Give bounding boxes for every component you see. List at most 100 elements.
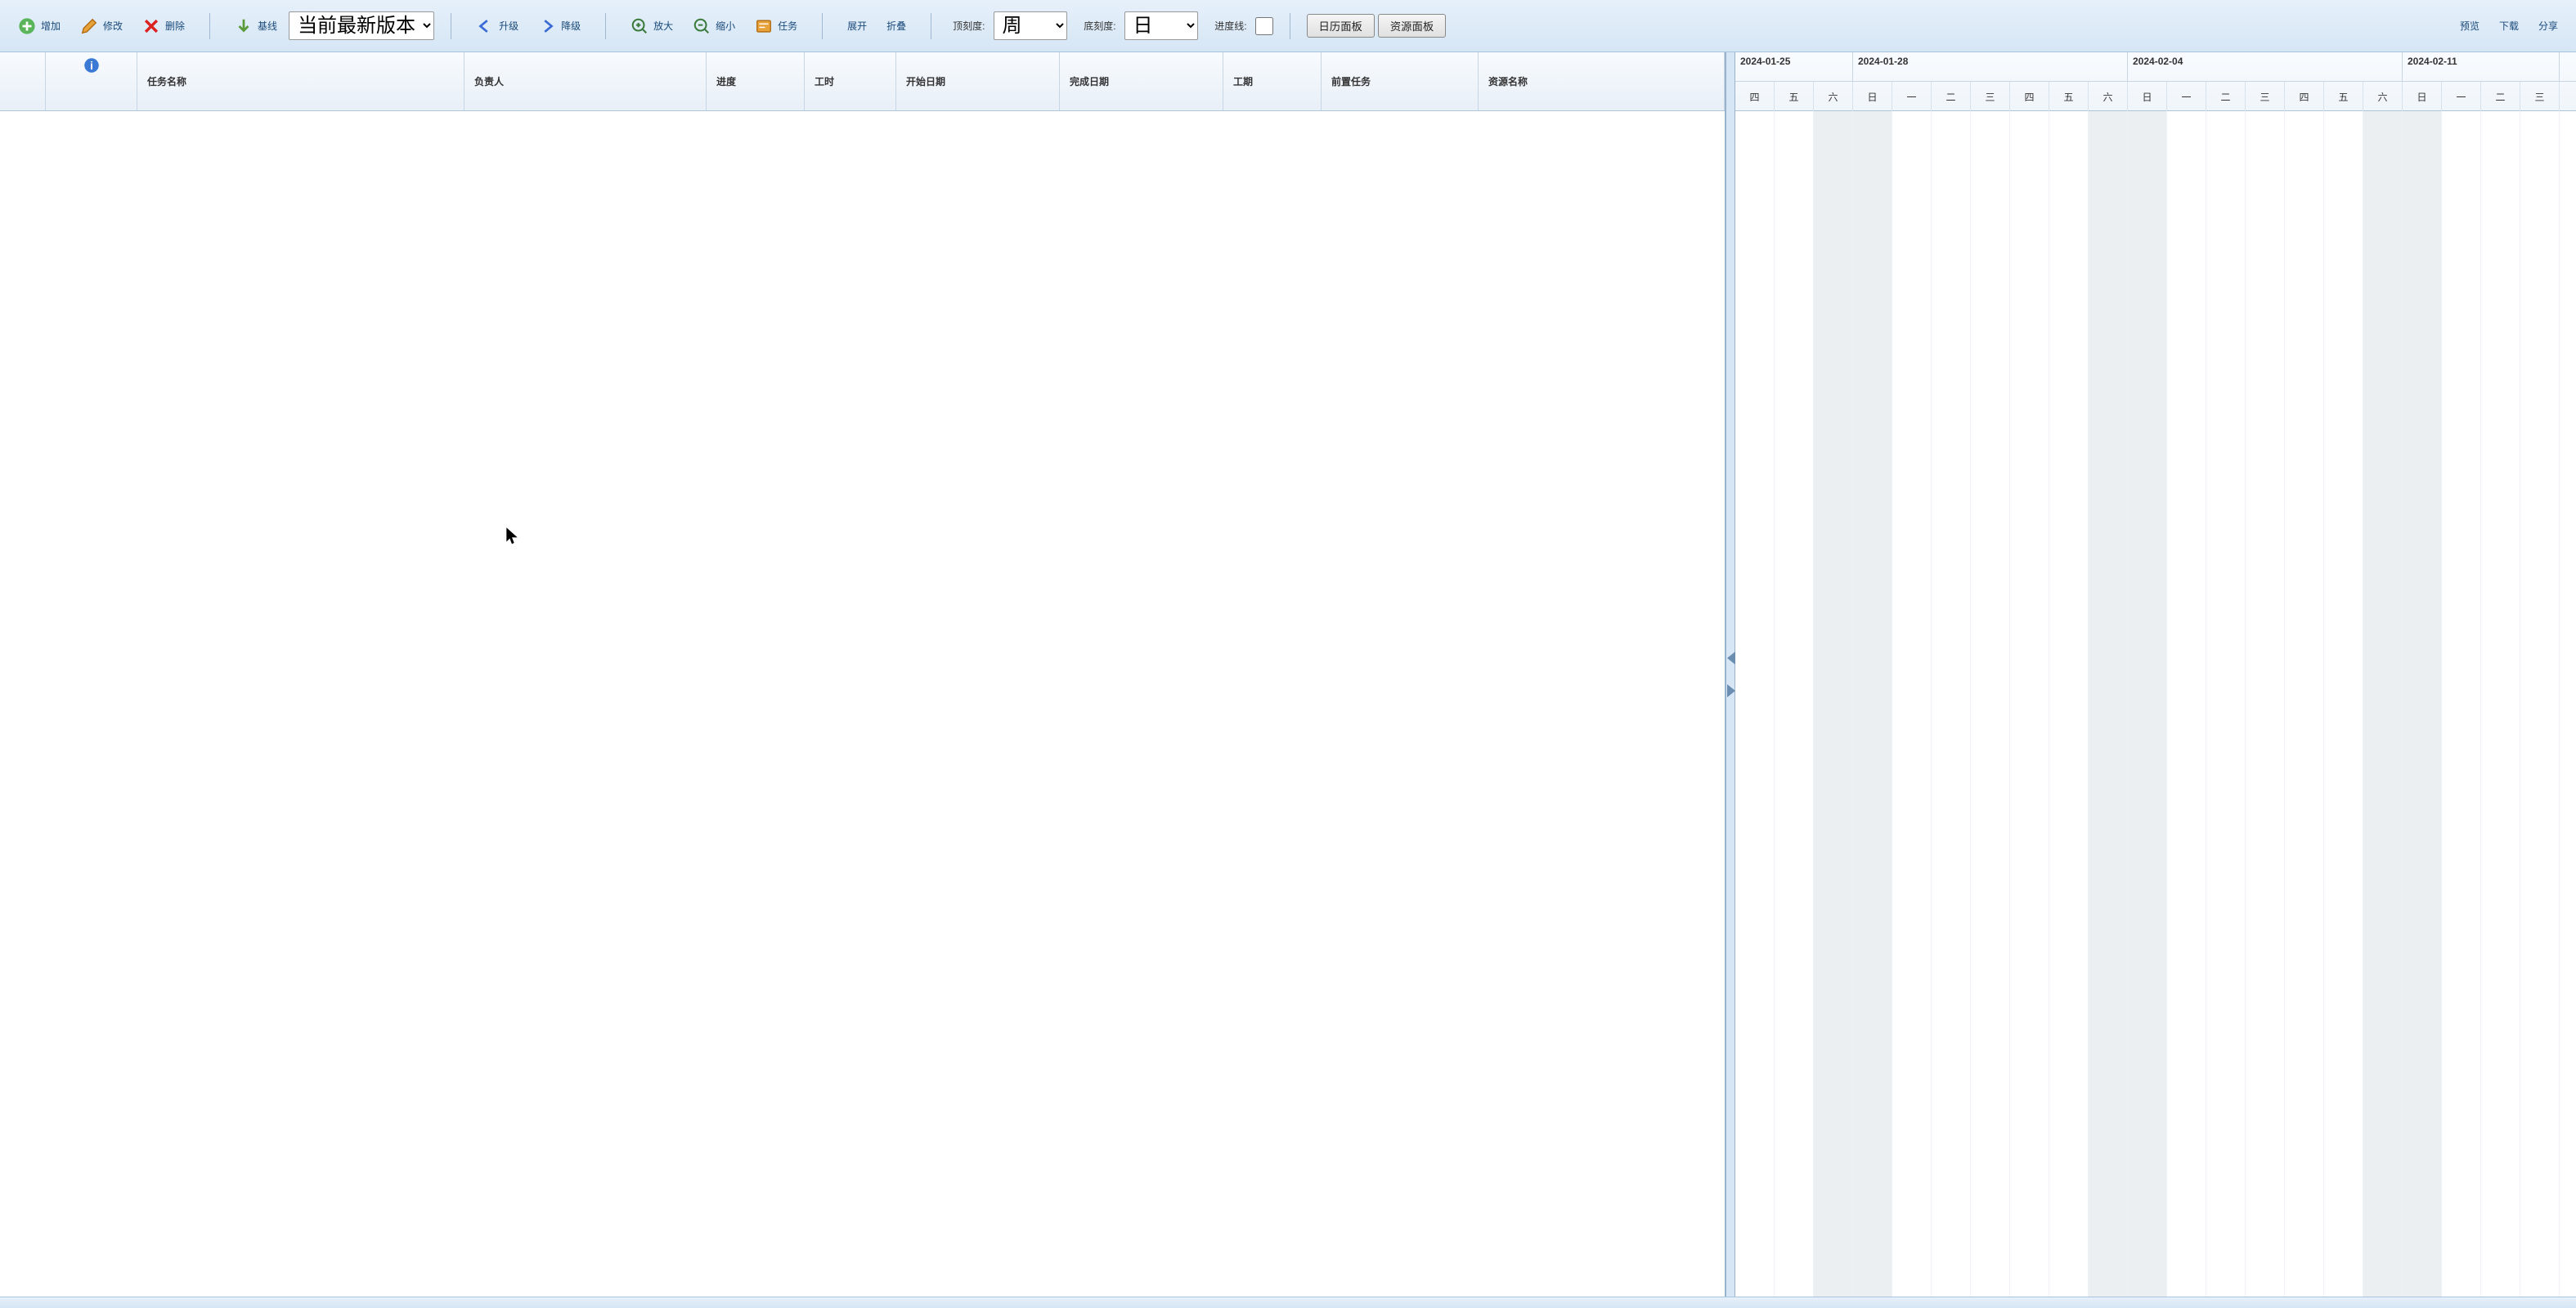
- zoom-out-button[interactable]: 缩小: [684, 14, 743, 38]
- timeline-day-column: [1775, 111, 1814, 1297]
- timeline-day-label: 四: [2010, 82, 2049, 111]
- upgrade-label: 升级: [499, 19, 518, 33]
- task-icon: [755, 17, 773, 35]
- delete-icon: [142, 17, 160, 35]
- timeline-day-column: [1892, 111, 1932, 1297]
- info-icon: i: [83, 57, 100, 74]
- resource-panel-button[interactable]: 资源面板: [1378, 14, 1446, 38]
- upgrade-button[interactable]: 升级: [468, 14, 527, 38]
- timeline-day-label: 五: [1775, 82, 1814, 111]
- top-scale-select[interactable]: 周: [994, 11, 1067, 40]
- timeline-day-label: 二: [2206, 82, 2246, 111]
- main-toolbar: 增加 修改 删除 基线 当前最新版本: [0, 0, 2576, 52]
- gantt-timeline-pane: 2024-01-252024-01-282024-02-042024-02-11…: [1735, 52, 2576, 1297]
- task-button[interactable]: 任务: [747, 14, 806, 38]
- timeline-day-column: [1971, 111, 2010, 1297]
- task-label: 任务: [778, 19, 797, 33]
- delete-label: 删除: [165, 19, 185, 33]
- downgrade-label: 降级: [561, 19, 581, 33]
- grid-header: i 任务名称 负责人 进度 工时 开始日期 完成日期 工期 前置任务 资源名称: [0, 52, 1725, 111]
- timeline-day-label: 六: [2089, 82, 2128, 111]
- timeline-day-column: [2285, 111, 2324, 1297]
- preview-label: 预览: [2460, 19, 2480, 33]
- grid-header-duration[interactable]: 工期: [1223, 52, 1322, 110]
- grid-header-hours[interactable]: 工时: [805, 52, 896, 110]
- add-icon: [18, 17, 36, 35]
- timeline-week-label: 2024-01-28: [1853, 52, 2128, 81]
- timeline-day-column: [2128, 111, 2167, 1297]
- task-grid-pane: i 任务名称 负责人 进度 工时 开始日期 完成日期 工期 前置任务 资源名称: [0, 52, 1726, 1297]
- timeline-day-column: [1814, 111, 1853, 1297]
- baseline-button[interactable]: 基线: [227, 14, 285, 38]
- timeline-week-label: 2024-02-04: [2128, 52, 2403, 81]
- timeline-day-column: [2049, 111, 2089, 1297]
- timeline-day-column: [1932, 111, 1971, 1297]
- grid-header-progress[interactable]: 进度: [707, 52, 805, 110]
- timeline-day-label: 五: [2324, 82, 2363, 111]
- timeline-header: 2024-01-252024-01-282024-02-042024-02-11…: [1735, 52, 2576, 111]
- progress-line-label: 进度线:: [1209, 19, 1251, 33]
- timeline-day-column: [2089, 111, 2128, 1297]
- toolbar-separator: [605, 13, 606, 39]
- preview-button[interactable]: 预览: [2452, 16, 2488, 36]
- grid-header-resource[interactable]: 资源名称: [1479, 52, 1725, 110]
- zoom-out-label: 缩小: [716, 19, 735, 33]
- toolbar-separator: [822, 13, 823, 39]
- main-area: i 任务名称 负责人 进度 工时 开始日期 完成日期 工期 前置任务 资源名称: [0, 52, 2576, 1297]
- zoom-in-label: 放大: [653, 19, 673, 33]
- timeline-day-column: [2206, 111, 2246, 1297]
- grid-header-info[interactable]: i: [46, 52, 137, 110]
- version-select[interactable]: 当前最新版本: [289, 11, 434, 40]
- calendar-panel-button[interactable]: 日历面板: [1307, 14, 1375, 38]
- timeline-day-label: 六: [2363, 82, 2403, 111]
- timeline-day-column: [2442, 111, 2481, 1297]
- pane-splitter[interactable]: [1726, 52, 1735, 1297]
- arrow-left-icon: [476, 17, 494, 35]
- grid-header-name[interactable]: 任务名称: [137, 52, 464, 110]
- download-button[interactable]: 下载: [2491, 16, 2527, 36]
- grid-header-rownum[interactable]: [0, 52, 46, 110]
- download-label: 下载: [2499, 19, 2519, 33]
- timeline-day-label: 二: [1932, 82, 1971, 111]
- timeline-day-column: [2246, 111, 2285, 1297]
- timeline-day-label: 三: [2520, 82, 2560, 111]
- share-button[interactable]: 分享: [2530, 16, 2566, 36]
- zoom-out-icon: [693, 17, 711, 35]
- delete-button[interactable]: 删除: [134, 14, 193, 38]
- timeline-day-column: [1853, 111, 1892, 1297]
- timeline-day-column: [2167, 111, 2206, 1297]
- timeline-day-label: 三: [2246, 82, 2285, 111]
- timeline-day-label: 三: [1971, 82, 2010, 111]
- add-button[interactable]: 增加: [10, 14, 69, 38]
- timeline-header-bottom: 四五六日一二三四五六日一二三四五六日一二三: [1735, 82, 2576, 111]
- arrow-right-icon: [538, 17, 556, 35]
- add-label: 增加: [41, 19, 61, 33]
- downgrade-button[interactable]: 降级: [530, 14, 589, 38]
- grid-header-start[interactable]: 开始日期: [896, 52, 1060, 110]
- splitter-collapse-left-icon: [1727, 652, 1735, 665]
- timeline-day-label: 四: [1735, 82, 1775, 111]
- zoom-in-button[interactable]: 放大: [622, 14, 681, 38]
- grid-header-predecessor[interactable]: 前置任务: [1322, 52, 1479, 110]
- baseline-icon: [235, 17, 253, 35]
- timeline-day-column: [2481, 111, 2520, 1297]
- grid-header-end[interactable]: 完成日期: [1060, 52, 1223, 110]
- collapse-button[interactable]: 折叠: [878, 16, 914, 36]
- expand-button[interactable]: 展开: [839, 16, 875, 36]
- timeline-body[interactable]: [1735, 111, 2576, 1297]
- grid-header-owner[interactable]: 负责人: [464, 52, 707, 110]
- splitter-collapse-right-icon: [1727, 684, 1735, 697]
- timeline-day-column: [2520, 111, 2560, 1297]
- timeline-day-column: [2403, 111, 2442, 1297]
- grid-body[interactable]: [0, 111, 1725, 1297]
- timeline-day-label: 一: [2167, 82, 2206, 111]
- progress-line-checkbox[interactable]: [1255, 17, 1273, 35]
- share-label: 分享: [2538, 19, 2558, 33]
- edit-button[interactable]: 修改: [72, 14, 131, 38]
- timeline-day-label: 四: [2285, 82, 2324, 111]
- toolbar-separator: [209, 13, 210, 39]
- toolbar-right-group: 预览 下载 分享: [2452, 16, 2566, 36]
- timeline-day-column: [2324, 111, 2363, 1297]
- bottom-scale-select[interactable]: 日: [1124, 11, 1198, 40]
- baseline-label: 基线: [258, 19, 277, 33]
